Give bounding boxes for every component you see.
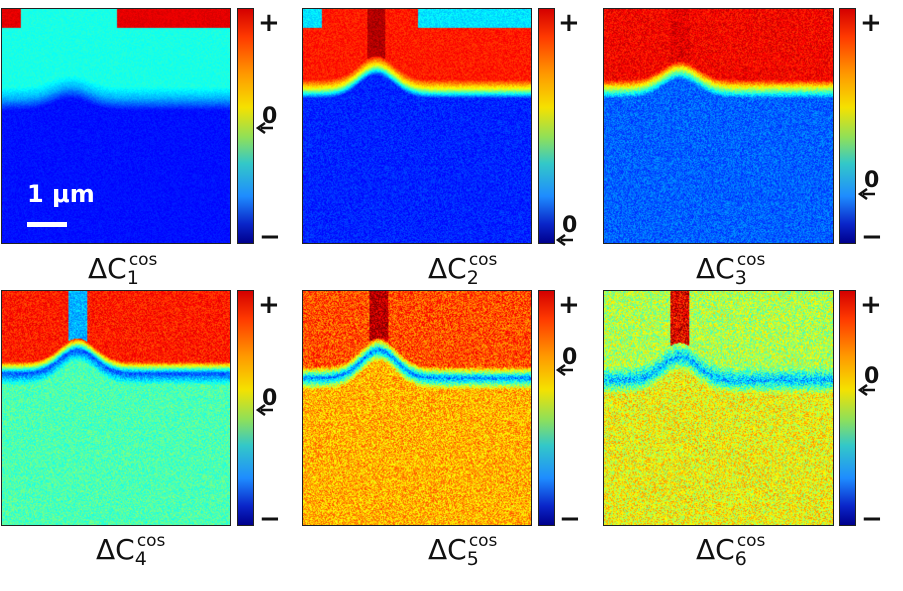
arrow-left-icon: [256, 122, 273, 134]
colorbar-1: [237, 8, 254, 244]
colorbar-minus-6: −: [861, 504, 883, 534]
map-panel-2: [302, 8, 532, 244]
panel-label-1: ΔC1cos: [88, 250, 158, 289]
scalebar-line: [27, 222, 67, 227]
scalebar-label: 1 μm: [27, 180, 95, 208]
colorbar-plus-6: +: [860, 290, 882, 320]
colorbar-plus-1: +: [258, 8, 280, 38]
panel-label-2: ΔC2cos: [428, 250, 498, 289]
arrow-left-icon: [858, 384, 875, 396]
colorbar-2: [538, 8, 555, 244]
colorbar-plus-5: +: [558, 290, 580, 320]
colorbar-minus-1: −: [259, 222, 281, 252]
arrow-left-icon: [858, 188, 875, 200]
panel-label-4: ΔC4cos: [96, 531, 166, 570]
colorbar-plus-4: +: [258, 290, 280, 320]
map-panel-1: [1, 8, 231, 244]
arrow-left-icon: [556, 234, 573, 246]
panel-label-3: ΔC3cos: [696, 250, 766, 289]
colorbar-minus-3: −: [861, 222, 883, 252]
colorbar-minus-4: −: [259, 504, 281, 534]
map-panel-5: [302, 290, 532, 526]
map-panel-6: [603, 290, 834, 526]
colorbar-plus-3: +: [860, 8, 882, 38]
colorbar-plus-2: +: [558, 8, 580, 38]
colorbar-3: [839, 8, 856, 244]
map-panel-4: [1, 290, 231, 526]
colorbar-5: [538, 290, 555, 526]
panel-label-5: ΔC5cos: [428, 531, 498, 570]
map-panel-3: [603, 8, 834, 244]
arrow-left-icon: [256, 404, 273, 416]
arrow-left-icon: [556, 364, 573, 376]
panel-label-6: ΔC6cos: [696, 531, 766, 570]
colorbar-6: [839, 290, 856, 526]
colorbar-4: [237, 290, 254, 526]
colorbar-minus-5: −: [559, 504, 581, 534]
